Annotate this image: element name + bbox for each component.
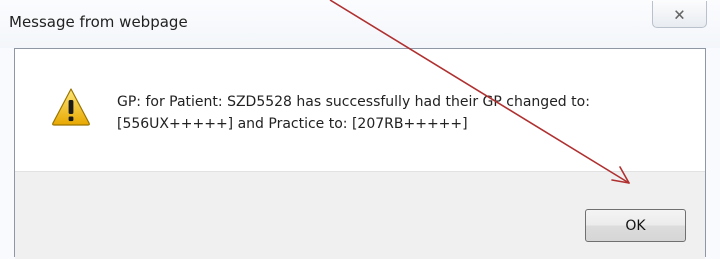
message-text: GP: for Patient: SZD5528 has successfull… — [117, 91, 697, 135]
close-icon: 🗙 — [674, 6, 685, 21]
button-area: OK — [15, 171, 705, 259]
ok-button[interactable]: OK — [585, 209, 686, 242]
title-bar: Message from webpage 🗙 — [0, 0, 720, 48]
window-title: Message from webpage — [9, 13, 188, 31]
message-area: GP: for Patient: SZD5528 has successfull… — [15, 49, 705, 171]
close-button[interactable]: 🗙 — [652, 1, 707, 28]
dialog-body: GP: for Patient: SZD5528 has successfull… — [14, 48, 706, 259]
message-line-1: GP: for Patient: SZD5528 has successfull… — [117, 94, 590, 110]
message-line-2: [556UX+++++] and Practice to: [207RB++++… — [117, 116, 468, 132]
warning-icon — [52, 88, 90, 126]
